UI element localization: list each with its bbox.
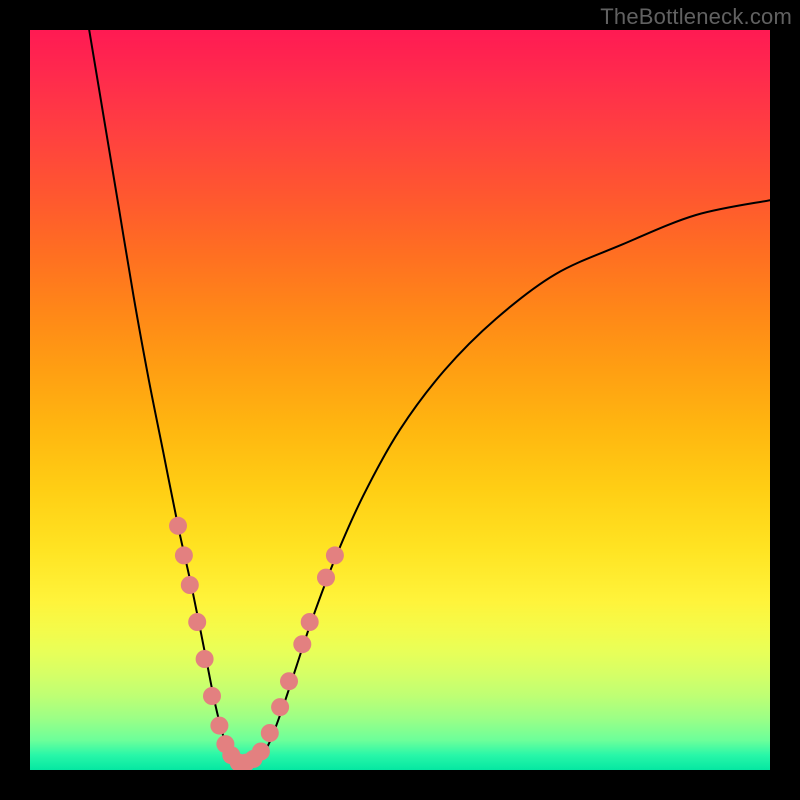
chart-frame: TheBottleneck.com — [0, 0, 800, 800]
data-point — [188, 613, 206, 631]
data-point — [280, 672, 298, 690]
data-point — [301, 613, 319, 631]
data-point — [326, 546, 344, 564]
data-point — [203, 687, 221, 705]
data-point — [317, 569, 335, 587]
data-point — [293, 635, 311, 653]
data-point — [252, 743, 270, 761]
data-point — [196, 650, 214, 668]
data-point — [271, 698, 289, 716]
data-point — [175, 546, 193, 564]
data-point — [169, 517, 187, 535]
data-point — [210, 717, 228, 735]
data-point — [181, 576, 199, 594]
bottleneck-chart — [30, 30, 770, 770]
bottleneck-curve — [89, 30, 770, 764]
plot-area — [30, 30, 770, 770]
data-point — [261, 724, 279, 742]
watermark-text: TheBottleneck.com — [600, 4, 792, 30]
